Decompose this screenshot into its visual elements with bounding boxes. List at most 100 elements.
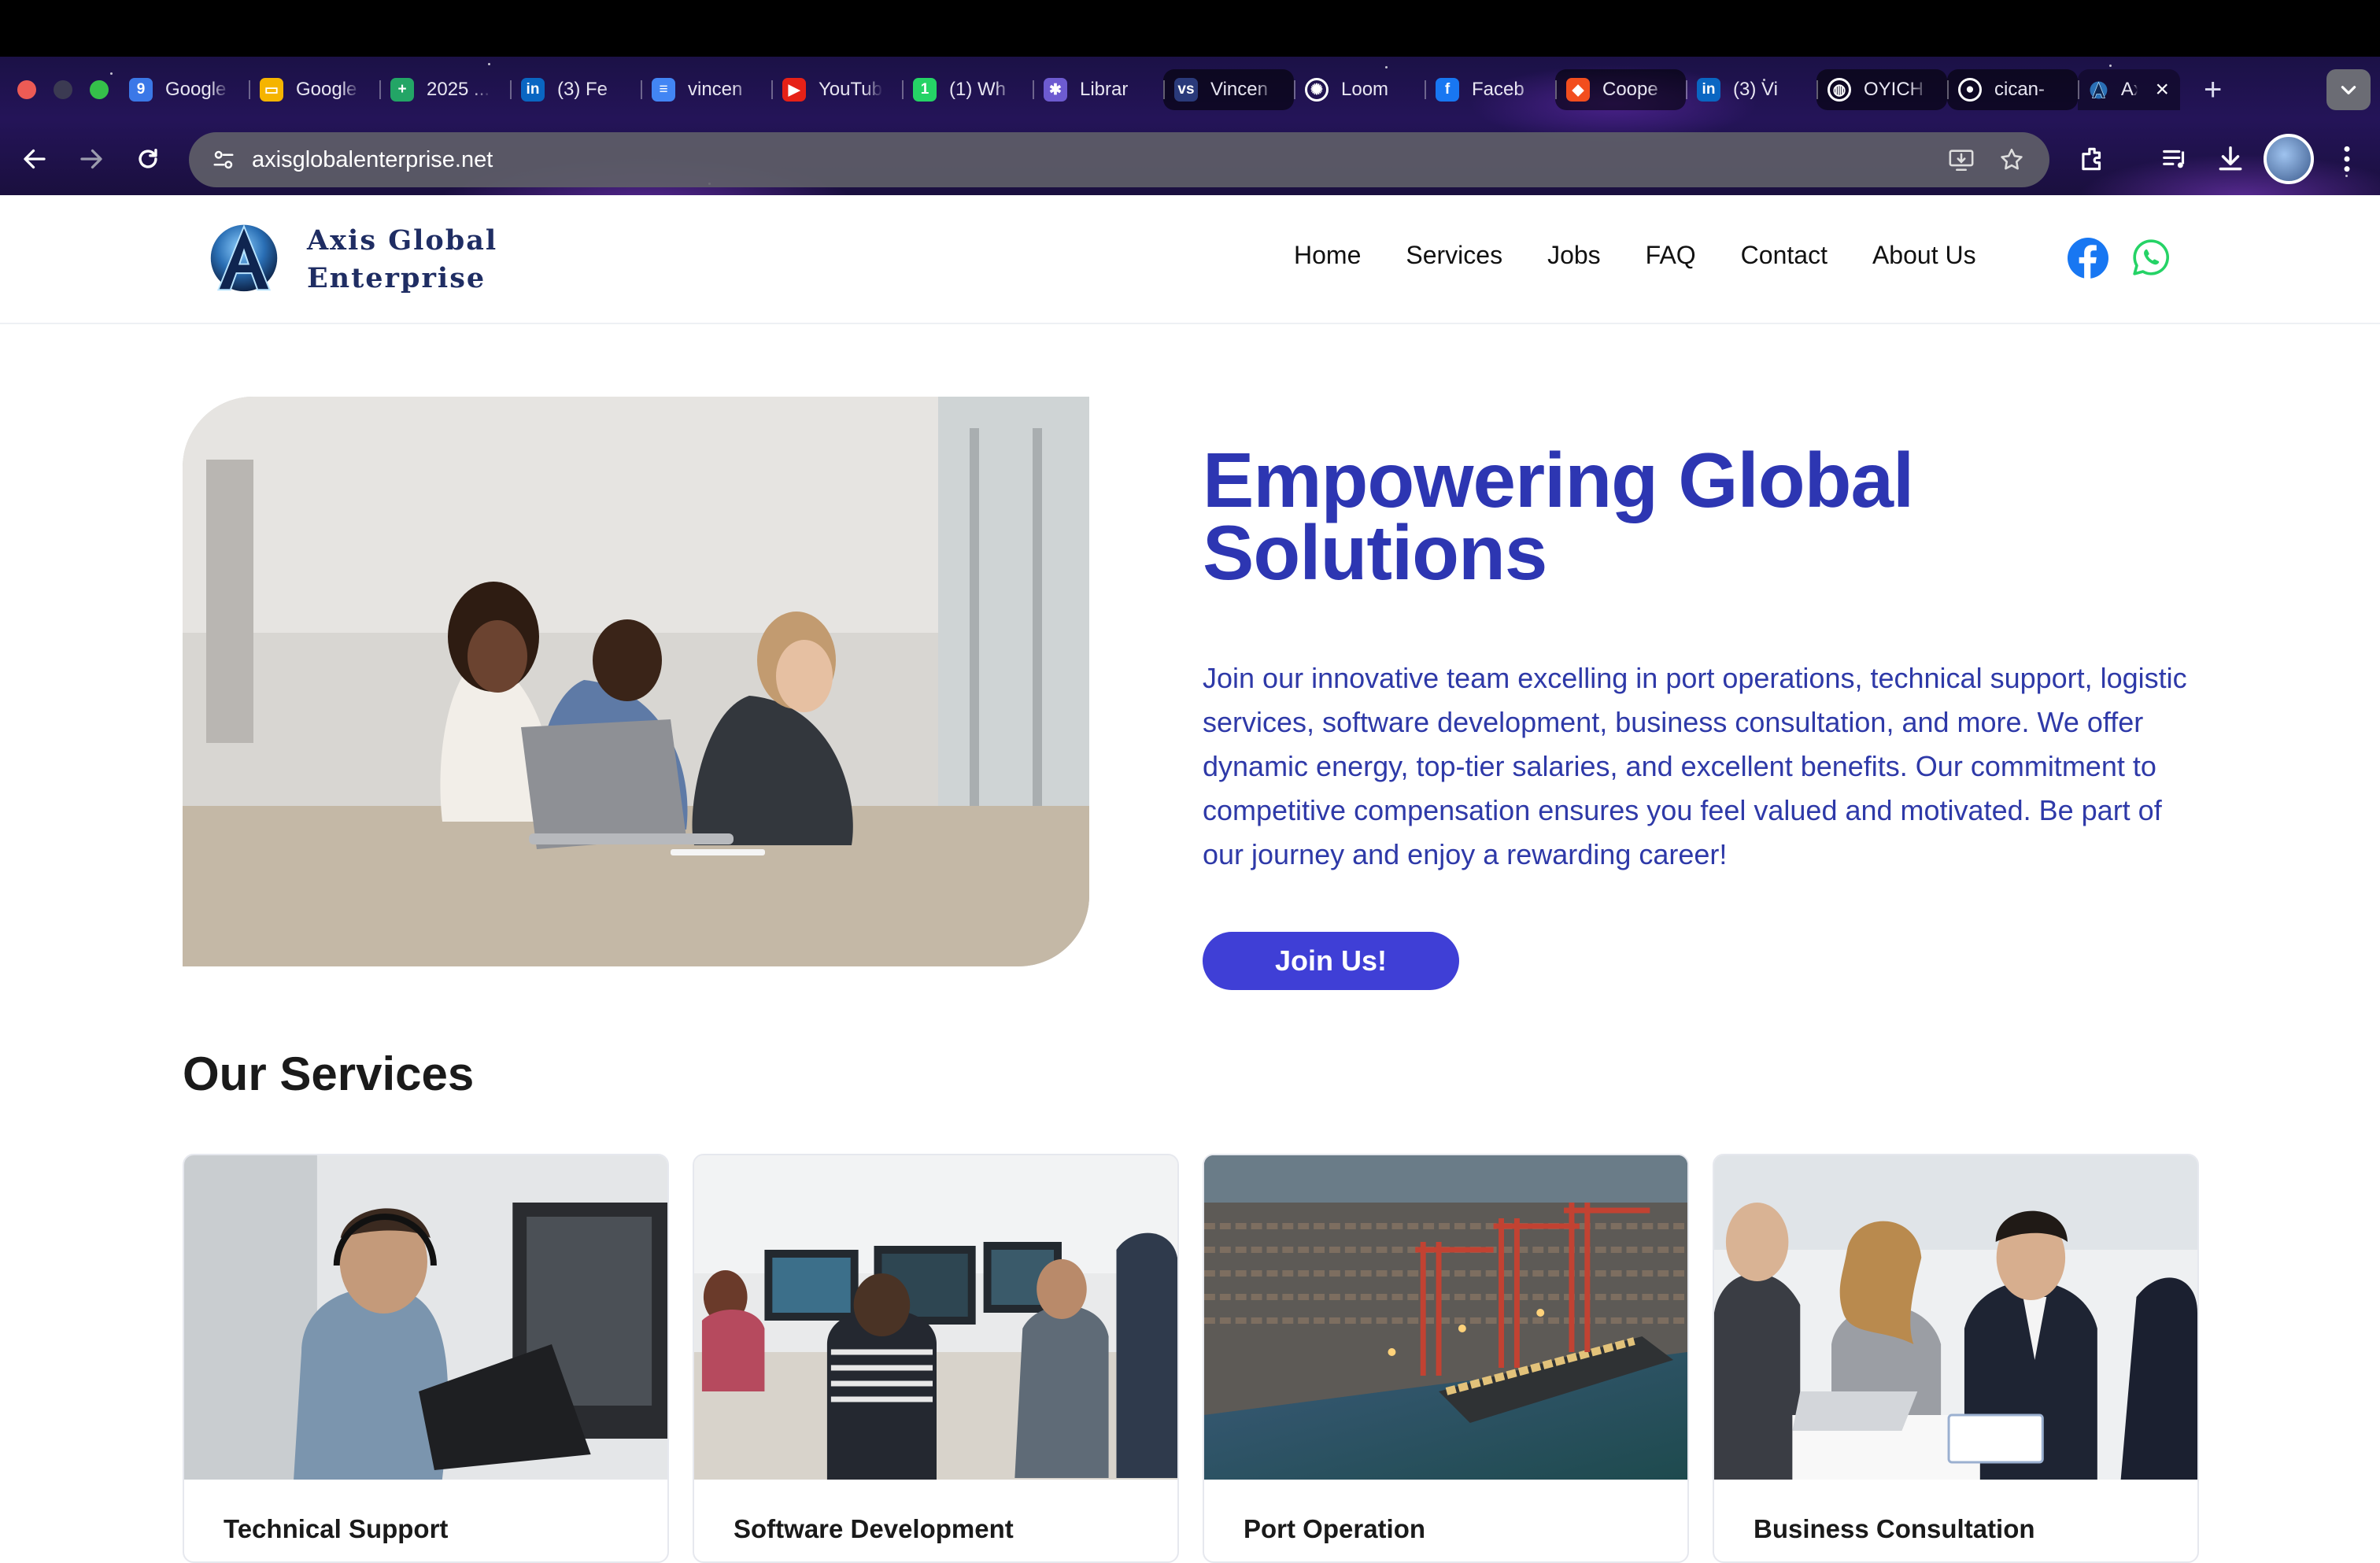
background-star (488, 63, 490, 65)
service-card-technical-support[interactable]: Technical Support (183, 1154, 669, 1563)
tab-title: OYICH (1864, 79, 1924, 100)
software-development-photo (694, 1155, 1177, 1480)
axis-logo-icon[interactable] (206, 219, 282, 294)
library-icon: ✱ (1044, 78, 1067, 102)
browser-tab[interactable]: +2025 ... (379, 69, 510, 110)
site-header: Axis Global Enterprise Home Services Job… (0, 195, 2380, 324)
reload-button[interactable] (128, 139, 168, 179)
main-nav: Home Services Jobs FAQ Contact About Us (1294, 241, 2021, 270)
loom-icon: ✺ (1305, 78, 1329, 102)
install-app-icon[interactable] (1944, 142, 1979, 177)
browser-tab[interactable]: 9 Google (118, 69, 249, 110)
tab-title: Coope (1602, 79, 1658, 100)
background-star (110, 72, 113, 75)
tab-title: Ax (2120, 79, 2138, 100)
nav-services[interactable]: Services (1406, 241, 1502, 270)
forward-button[interactable] (71, 139, 112, 179)
extensions-icon[interactable] (2073, 140, 2111, 178)
join-us-button[interactable]: Join Us! (1203, 932, 1459, 990)
new-tab-button[interactable]: + (2204, 72, 2222, 107)
site-info-icon[interactable] (206, 142, 241, 177)
browser-tab[interactable]: ◆ Coope (1555, 69, 1686, 110)
more-menu-icon[interactable] (2328, 140, 2366, 178)
arrow-right-icon (80, 149, 102, 169)
downloads-icon[interactable] (2212, 140, 2249, 178)
nav-about-us[interactable]: About Us (1872, 241, 1976, 270)
maximize-window-button[interactable] (90, 80, 109, 99)
tab-title: 2025 ... (427, 79, 490, 100)
tab-title: YouTube (819, 79, 883, 100)
brand-name[interactable]: Axis Global Enterprise (307, 222, 497, 297)
tab-title: Google (296, 79, 357, 100)
facebook-icon[interactable] (2068, 238, 2108, 279)
service-title: Port Operation (1244, 1514, 1426, 1543)
profile-avatar[interactable] (2264, 134, 2314, 184)
arrow-left-icon (24, 149, 46, 169)
nav-faq[interactable]: FAQ (1646, 241, 1696, 270)
facebook-icon: f (1436, 78, 1459, 102)
browser-tab[interactable]: 1 (1) Wh (902, 69, 1033, 110)
google-maps-icon: 9 (129, 78, 153, 102)
browser-tab[interactable]: ✺ Loom (1294, 69, 1425, 110)
figma-icon: ◆ (1566, 78, 1590, 102)
brand-line-2: Enterprise (307, 262, 486, 294)
brand-line-1: Axis Global (307, 224, 498, 257)
tab-title: cican- (1994, 79, 2046, 100)
google-sheets-icon: + (390, 78, 414, 102)
service-title: Software Development (734, 1514, 1014, 1543)
back-button[interactable] (14, 139, 55, 179)
browser-tab[interactable]: ≡ vincen (641, 69, 771, 110)
tab-title: (3) Vi (1733, 79, 1778, 100)
tab-title: Librar (1080, 79, 1129, 100)
url-text[interactable]: axisglobalenterprise.net (252, 147, 493, 173)
browser-tab[interactable]: ◍ OYICH (1816, 69, 1947, 110)
browser-tab[interactable]: ● cican- (1947, 69, 2078, 110)
browser-tab[interactable]: in (3) Vi (1686, 69, 1816, 110)
youtube-icon: ▶ (782, 78, 806, 102)
close-tab-icon[interactable]: × (2155, 78, 2169, 102)
services-heading: Our Services (183, 1048, 475, 1100)
bookmark-star-icon[interactable] (1994, 142, 2029, 177)
business-consultation-photo (1714, 1155, 2197, 1480)
tab-search-button[interactable] (2326, 69, 2371, 110)
tab-title: vincen (688, 79, 743, 100)
browser-tab[interactable]: in (3) Fe (510, 69, 641, 110)
google-slides-icon: ▭ (260, 78, 283, 102)
reload-icon (139, 148, 157, 168)
hero-image (183, 397, 1089, 966)
minimize-window-button[interactable] (54, 80, 72, 99)
vs-icon: vs (1174, 78, 1198, 102)
google-docs-icon: ≡ (652, 78, 675, 102)
browser-tab-active[interactable]: Ax × (2078, 69, 2180, 110)
github-icon: ● (1958, 78, 1982, 102)
hero-description: Join our innovative team excelling in po… (1203, 662, 2187, 870)
address-bar[interactable]: axisglobalenterprise.net (189, 132, 2049, 187)
close-window-button[interactable] (17, 80, 36, 99)
window-controls (17, 80, 109, 99)
tab-title: (3) Fe (557, 79, 608, 100)
browser-tab[interactable]: f Faceb (1425, 69, 1555, 110)
browser-tab[interactable]: ✱ Librar (1033, 69, 1163, 110)
service-card-business-consultation[interactable]: Business Consultation (1713, 1154, 2199, 1563)
service-title: Technical Support (224, 1514, 449, 1543)
tab-strip: 9 Google ▭ Google +2025 ... in (3) Fe ≡ vincen ▶ Y… (118, 69, 2180, 110)
hero-title: Empowering Global Solutions (1203, 437, 1914, 596)
globe-icon: ◍ (1828, 78, 1851, 102)
nav-home[interactable]: Home (1294, 241, 1361, 270)
tab-title: Vincen (1210, 79, 1268, 100)
browser-tab[interactable]: ▭ Google (249, 69, 379, 110)
team-meeting-photo (183, 397, 1089, 966)
nav-jobs[interactable]: Jobs (1547, 241, 1601, 270)
port-operation-photo (1204, 1155, 1687, 1480)
nav-contact[interactable]: Contact (1741, 241, 1828, 270)
service-card-software-development[interactable]: Software Development (693, 1154, 1179, 1563)
tab-title: Loom (1341, 79, 1389, 100)
whatsapp-icon[interactable] (2131, 238, 2171, 277)
background-star (1385, 66, 1388, 68)
service-card-port-operation[interactable]: Port Operation (1203, 1154, 1689, 1563)
media-controls-icon[interactable] (2156, 140, 2194, 178)
browser-tab[interactable]: ▶ YouTube (771, 69, 902, 110)
browser-tab[interactable]: vs Vincen (1163, 69, 1294, 110)
linkedin-icon: in (521, 78, 545, 102)
linkedin-icon: in (1697, 78, 1720, 102)
